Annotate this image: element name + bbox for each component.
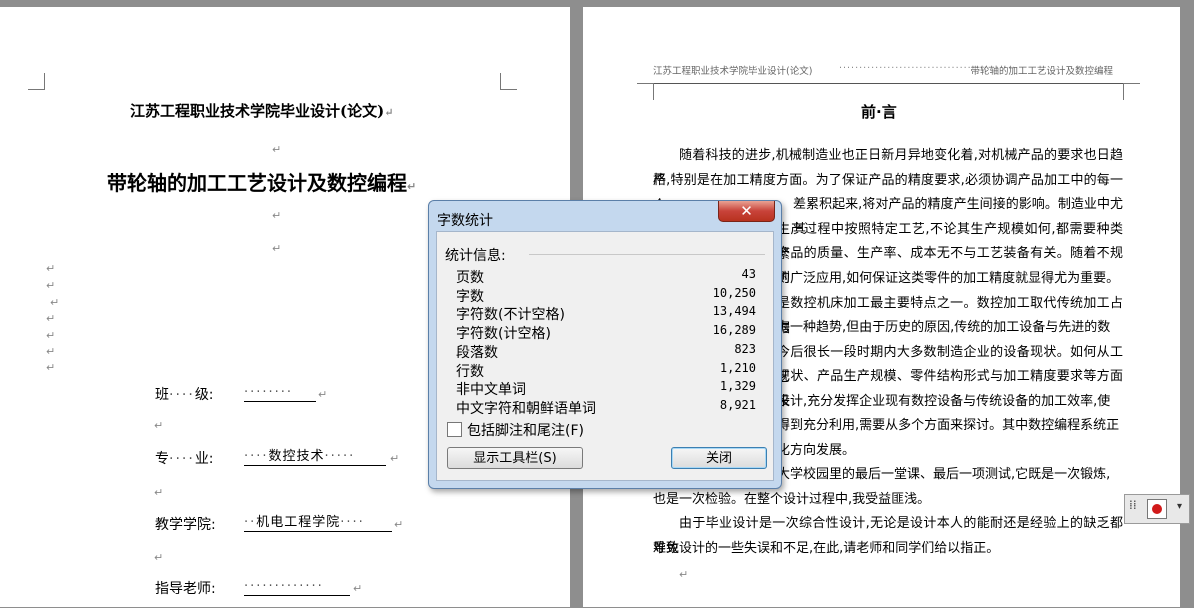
advisor-value[interactable]: ·············	[244, 579, 350, 596]
drag-handle-icon[interactable]: ⁞⁞	[1129, 499, 1137, 511]
paragraph-mark: ↵	[318, 388, 328, 401]
paragraph-mark: ↵	[390, 452, 400, 465]
stat-row-chars-no-space: 字符数(不计空格) 13,494	[456, 304, 756, 323]
close-button[interactable]: 关闭	[671, 447, 767, 469]
paragraph-mark: ↵	[46, 329, 56, 342]
body-line: 化方向发展。	[777, 443, 856, 458]
paragraph-mark: ↵	[46, 345, 56, 358]
stat-row-paragraphs: 段落数 823	[456, 342, 756, 361]
section-divider	[529, 254, 765, 255]
paragraph-mark: ↵	[50, 296, 60, 309]
record-icon[interactable]	[1147, 499, 1167, 519]
stat-row-cjk-chars: 中文字符和朝鲜语单词 8,921	[456, 398, 756, 417]
chevron-down-icon[interactable]: ▾	[1177, 501, 1182, 512]
word-count-dialog[interactable]: 字数统计 ✕ 统计信息: 页数 43 字数 10,250 字符数(不计空格) 13,4…	[428, 200, 782, 489]
dialog-title: 字数统计	[437, 213, 493, 229]
margin-corner-marker	[1123, 83, 1140, 100]
body-line: 得到充分利用,需要从多个方面来探讨。其中数控编程系统正	[777, 418, 1120, 433]
stat-value: 43	[741, 267, 756, 281]
paragraph-mark: ↵	[154, 551, 164, 564]
stat-label: 字符数(计空格)	[456, 326, 551, 342]
margin-corner-marker	[28, 73, 45, 90]
class-value[interactable]: ········	[244, 385, 316, 402]
preface-heading: 前·言	[861, 103, 897, 121]
margin-corner-marker	[637, 83, 654, 100]
body-line: 为一种趋势,但由于历史的原因,传统的加工设备与先进的数	[777, 320, 1111, 335]
header-rule	[653, 83, 1123, 84]
paragraph-mark: ↵	[154, 419, 164, 432]
include-footnotes-label[interactable]: 包括脚注和尾注(F)	[467, 420, 584, 440]
header-left-text: 江苏工程职业技术学院毕业设计(论文)	[653, 66, 813, 77]
running-header: 江苏工程职业技术学院毕业设计(论文) ·····················…	[653, 63, 1113, 77]
advisor-label: 指导老师:	[155, 581, 216, 597]
show-toolbar-button[interactable]: 显示工具栏(S)	[447, 447, 583, 469]
stat-label: 字符数(不计空格)	[456, 307, 565, 323]
body-line: 导致设计的一些失误和不足,在此,请老师和同学们给以指正。	[653, 541, 1000, 556]
paragraph-mark: ↵	[46, 361, 56, 374]
stat-label: 中文字符和朝鲜语单词	[456, 401, 596, 417]
stat-value: 10,250	[712, 286, 756, 300]
stat-row-words: 字数 10,250	[456, 286, 756, 305]
stat-value: 823	[734, 342, 756, 356]
stat-value: 16,289	[712, 323, 756, 337]
stat-value: 8,921	[719, 398, 756, 412]
college-value[interactable]: ··机电工程学院····	[244, 515, 392, 532]
paragraph-mark: ↵	[679, 568, 689, 581]
paragraph-mark: ↵	[272, 242, 282, 255]
paragraph-mark: ↵	[394, 518, 404, 531]
dialog-body: 统计信息: 页数 43 字数 10,250 字符数(不计空格) 13,494 字符数(…	[436, 231, 774, 481]
major-label: 专····业:	[155, 451, 214, 467]
body-line: 的广泛应用,如何保证这类零件的加工精度就显得尤为重要。	[777, 271, 1120, 286]
class-label: 班····级:	[155, 387, 214, 403]
stat-label: 行数	[456, 364, 484, 380]
header-right-text: 带轮轴的加工工艺设计及数控编程	[970, 66, 1113, 77]
stat-label: 字数	[456, 289, 484, 305]
stat-label: 段落数	[456, 345, 498, 361]
thesis-title: 带轮轴的加工工艺设计及数控编程↵	[107, 171, 417, 195]
body-line: 大学校园里的最后一堂课、最后一项测试,它既是一次锻炼,	[777, 467, 1111, 482]
include-footnotes-checkbox[interactable]	[447, 422, 462, 437]
body-line: 也是一次检验。在整个设计过程中,我受益匪浅。	[653, 492, 931, 507]
stat-label: 非中文单词	[456, 382, 526, 398]
paragraph-mark: ↵	[46, 312, 56, 325]
paragraph-mark: ↵	[46, 262, 56, 275]
school-title: 江苏工程职业技术学院毕业设计(论文)↵	[130, 102, 394, 120]
stat-value: 1,329	[719, 379, 756, 393]
paragraph-mark: ↵	[353, 582, 363, 595]
section-label: 统计信息:	[445, 248, 506, 264]
dialog-close-button[interactable]: ✕	[718, 201, 775, 222]
paragraph-mark: ↵	[154, 486, 164, 499]
stat-label: 页数	[456, 270, 484, 286]
stat-row-chars-with-space: 字符数(计空格) 16,289	[456, 323, 756, 342]
stat-row-pages: 页数 43	[456, 267, 756, 286]
close-icon: ✕	[740, 202, 753, 220]
stat-row-non-chinese-words: 非中文单词 1,329	[456, 379, 756, 398]
paragraph-mark: ↵	[272, 143, 282, 156]
stat-row-lines: 行数 1,210	[456, 361, 756, 380]
major-value[interactable]: ····数控技术·····	[244, 449, 386, 466]
body-line: 设计,充分发挥企业现有数控设备与传统设备的加工效率,使	[777, 394, 1111, 409]
stat-value: 1,210	[719, 361, 756, 375]
floating-ime-toolbar[interactable]: ⁞⁞ ▾	[1124, 494, 1190, 524]
margin-corner-marker	[500, 73, 517, 90]
paragraph-mark: ↵	[46, 279, 56, 292]
stat-value: 13,494	[712, 304, 756, 318]
college-label: 教学学院:	[155, 517, 216, 533]
paragraph-mark: ↵	[272, 209, 282, 222]
